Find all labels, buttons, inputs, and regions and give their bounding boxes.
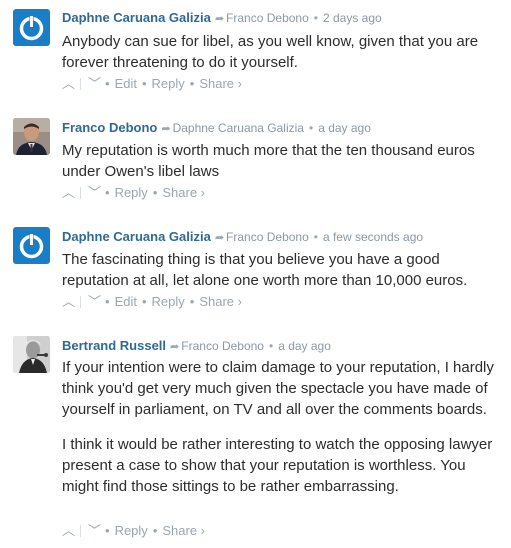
- downvote-icon[interactable]: ﹀: [88, 76, 101, 92]
- comment-paragraph: If your intention were to claim damage t…: [62, 359, 494, 418]
- reply-to-link[interactable]: Franco Debono: [226, 230, 309, 244]
- bw-portrait-icon: [13, 336, 50, 373]
- separator-dot: •: [105, 523, 110, 538]
- comment-body: Anybody can sue for libel, as you well k…: [62, 31, 502, 73]
- power-logo-icon: [19, 15, 44, 41]
- share-link[interactable]: Share ›: [199, 76, 242, 91]
- comment-paragraph: I think it would be rather interesting t…: [62, 436, 493, 495]
- avatar[interactable]: [13, 227, 50, 264]
- separator-dot: •: [141, 294, 147, 309]
- edit-link[interactable]: Edit: [115, 294, 137, 309]
- share-link[interactable]: Share ›: [199, 294, 242, 309]
- reply-arrow-icon: ➦: [214, 13, 225, 25]
- comment-time[interactable]: a day ago: [278, 339, 331, 353]
- comment-author[interactable]: Bertrand Russell: [62, 338, 166, 353]
- separator-dot: •: [308, 121, 314, 135]
- downvote-icon[interactable]: ﹀: [88, 523, 101, 539]
- comment-body: My reputation is worth much more that th…: [62, 140, 502, 182]
- reply-link[interactable]: Reply: [115, 185, 148, 200]
- separator-dot: •: [268, 339, 274, 353]
- reply-to-link[interactable]: Franco Debono: [181, 339, 264, 353]
- comment-body: If your intention were to claim damage t…: [62, 357, 502, 497]
- comment-author[interactable]: Daphne Caruana Galizia: [62, 10, 211, 25]
- avatar[interactable]: [13, 336, 50, 373]
- comment-paragraph: Anybody can sue for libel, as you well k…: [62, 33, 479, 71]
- comment-author[interactable]: Franco Debono: [62, 120, 157, 135]
- avatar[interactable]: [13, 9, 50, 46]
- reply-arrow-icon: ➦: [214, 232, 225, 244]
- reply-arrow-icon: ➦: [161, 123, 171, 135]
- vote-divider: [80, 78, 81, 90]
- separator-dot: •: [313, 11, 318, 25]
- separator-dot: •: [105, 185, 110, 200]
- vote-divider: [80, 525, 81, 537]
- separator-dot: •: [152, 185, 158, 200]
- separator-dot: •: [313, 230, 318, 244]
- comment-time[interactable]: 2 days ago: [323, 11, 382, 25]
- reply-link[interactable]: Reply: [115, 523, 148, 538]
- upvote-icon[interactable]: ︿: [62, 523, 75, 539]
- vote-divider: [80, 187, 81, 199]
- separator-dot: •: [105, 294, 110, 309]
- separator-dot: •: [189, 294, 195, 309]
- comment-paragraph: My reputation is worth much more that th…: [62, 142, 475, 180]
- downvote-icon[interactable]: ﹀: [88, 185, 101, 201]
- upvote-icon[interactable]: ︿: [62, 294, 75, 310]
- reply-to-link[interactable]: Franco Debono: [226, 11, 309, 25]
- reply-link[interactable]: Reply: [152, 76, 185, 91]
- reply-to-link[interactable]: Daphne Caruana Galizia: [173, 121, 304, 135]
- downvote-icon[interactable]: ﹀: [88, 294, 101, 310]
- avatar[interactable]: [13, 118, 50, 155]
- upvote-icon[interactable]: ︿: [62, 76, 75, 92]
- comment-paragraph: The fascinating thing is that you believ…: [62, 251, 468, 289]
- reply-arrow-icon: ➦: [170, 341, 180, 353]
- comment-body: The fascinating thing is that you believ…: [62, 249, 502, 291]
- power-logo-icon: [19, 233, 44, 259]
- separator-dot: •: [105, 76, 110, 91]
- vote-divider: [80, 296, 81, 308]
- share-link[interactable]: Share ›: [162, 185, 205, 200]
- comment-time[interactable]: a few seconds ago: [323, 230, 423, 244]
- separator-dot: •: [141, 76, 147, 91]
- comment-author[interactable]: Daphne Caruana Galizia: [62, 229, 211, 244]
- share-link[interactable]: Share ›: [162, 523, 205, 538]
- edit-link[interactable]: Edit: [115, 76, 137, 91]
- separator-dot: •: [152, 523, 158, 538]
- separator-dot: •: [189, 76, 195, 91]
- reply-link[interactable]: Reply: [152, 294, 185, 309]
- upvote-icon[interactable]: ︿: [62, 185, 75, 201]
- man-photo-icon: [13, 118, 50, 155]
- comment-time[interactable]: a day ago: [318, 121, 371, 135]
